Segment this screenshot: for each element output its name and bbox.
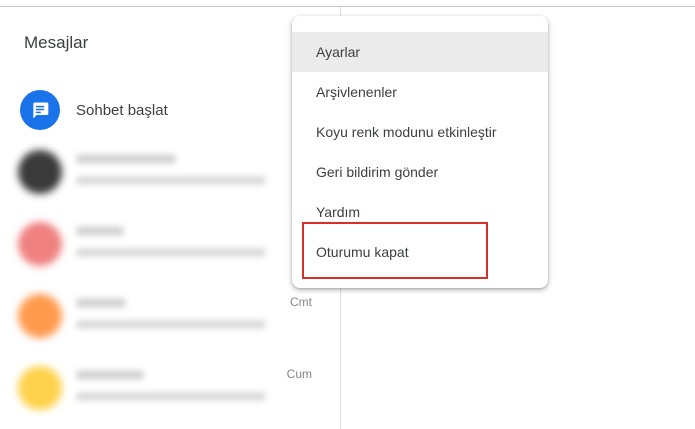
overflow-menu: Ayarlar Arşivlenenler Koyu renk modunu e… [292,16,548,288]
avatar [18,294,62,338]
avatar [18,150,62,194]
conversation-list-panel: Mesajlar Sohbet başlat 10 C Cmt [0,7,340,429]
menu-item-settings[interactable]: Ayarlar [292,32,548,72]
avatar [18,366,62,410]
conversation-item[interactable]: 10 [14,140,326,204]
conversation-name-blurred [76,370,144,380]
conversation-name-blurred [76,226,124,236]
conversation-item[interactable]: C [14,212,326,276]
conversation-name-blurred [76,154,176,164]
menu-item-feedback[interactable]: Geri bildirim gönder [292,152,548,192]
conversation-item[interactable]: Cmt [14,284,326,348]
conversation-item[interactable]: Cum [14,356,326,420]
menu-item-sign-out[interactable]: Oturumu kapat [292,232,548,272]
menu-item-archived[interactable]: Arşivlenenler [292,72,548,112]
start-chat-button[interactable]: Sohbet başlat [20,90,168,130]
conversation-snippet-blurred [76,176,266,185]
conversation-snippet-blurred [76,248,266,257]
chat-bubble-icon [20,90,60,130]
menu-item-dark-mode[interactable]: Koyu renk modunu etkinleştir [292,112,548,152]
conversation-name-blurred [76,298,126,308]
conversation-time: Cum [286,367,312,381]
page-title: Mesajlar [24,33,89,52]
conversation-snippet-blurred [76,392,266,401]
menu-item-help[interactable]: Yardım [292,192,548,232]
start-chat-label: Sohbet başlat [76,101,168,119]
conversation-time: Cmt [290,295,312,309]
avatar [18,222,62,266]
conversation-snippet-blurred [76,320,266,329]
